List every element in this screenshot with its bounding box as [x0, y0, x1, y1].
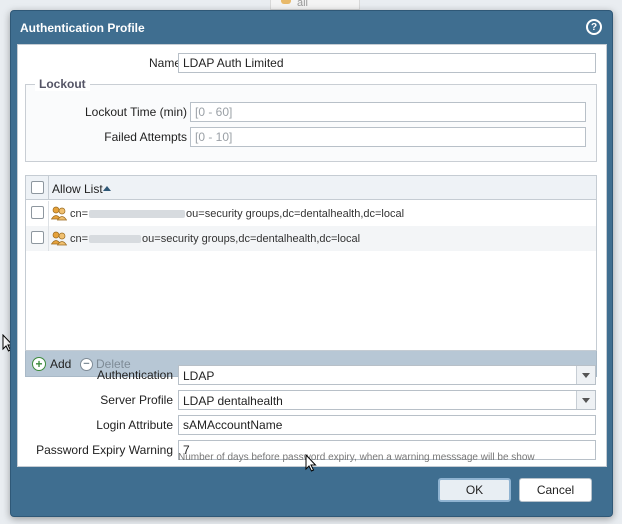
row-checkbox[interactable]: [31, 206, 44, 219]
dialog-body: Name Lockout Lockout Time (min) Failed A…: [17, 44, 607, 472]
lockout-time-label: Lockout Time (min): [84, 105, 187, 119]
failed-attempts-input[interactable]: [190, 127, 586, 147]
authentication-label: Authentication: [96, 368, 173, 382]
background-group-icon: [281, 0, 291, 4]
authentication-value: LDAP: [183, 369, 215, 383]
server-profile-value: LDAP dentalhealth: [183, 394, 283, 408]
authentication-select[interactable]: LDAP: [178, 365, 596, 385]
lockout-legend: Lockout: [35, 77, 90, 91]
password-expiry-label: Password Expiry Warning: [36, 443, 173, 457]
chevron-down-icon[interactable]: [576, 391, 595, 409]
ok-button[interactable]: OK: [438, 478, 511, 502]
header-divider: [48, 176, 49, 200]
name-label: Name: [148, 56, 181, 70]
entry-suffix: ou=security groups,dc=dentalhealth,dc=lo…: [142, 233, 361, 245]
entry-prefix: cn=: [70, 208, 89, 220]
authentication-profile-dialog: Authentication Profile ? Name Lockout Lo…: [10, 10, 613, 517]
user-group-icon: [51, 206, 67, 221]
lockout-time-input[interactable]: [190, 102, 586, 122]
entry-prefix: cn=: [70, 233, 89, 245]
lockout-fieldset: Lockout Lockout Time (min) Failed Attemp…: [25, 77, 597, 162]
server-profile-select[interactable]: LDAP dentalhealth: [178, 390, 596, 410]
name-input[interactable]: [178, 53, 596, 73]
allow-list-column-header[interactable]: Allow List: [52, 182, 103, 196]
entry-suffix: ou=security groups,dc=dentalhealth,dc=lo…: [186, 208, 405, 220]
allow-list-entry: cn= ou=security groups,dc=dentalhealth,dc…: [70, 208, 404, 220]
redacted-name: [89, 235, 142, 244]
mouse-cursor-icon: [305, 454, 317, 472]
dialog-titlebar[interactable]: Authentication Profile ?: [11, 11, 612, 45]
dialog-title: Authentication Profile: [20, 21, 145, 35]
plus-icon: +: [32, 357, 46, 371]
sort-ascending-icon[interactable]: [103, 186, 111, 191]
select-all-checkbox[interactable]: [31, 181, 44, 194]
list-item[interactable]: cn= ou=security groups,dc=dentalhealth,dc…: [26, 226, 596, 251]
background-strip: all: [270, 0, 360, 10]
row-divider: [48, 226, 49, 251]
login-attribute-input[interactable]: [178, 415, 596, 435]
server-profile-label: Server Profile: [100, 393, 173, 407]
redacted-name: [89, 210, 186, 219]
login-attribute-label: Login Attribute: [96, 418, 173, 432]
allow-list-grid: Allow List cn= ou=security groups,dc=dent…: [25, 175, 597, 351]
user-group-icon: [51, 231, 67, 246]
row-checkbox[interactable]: [31, 231, 44, 244]
password-expiry-hint: Number of days before password expiry, w…: [178, 452, 535, 463]
cancel-button[interactable]: Cancel: [519, 478, 592, 502]
background-strip-text: all: [297, 0, 309, 9]
allow-list-header: Allow List: [26, 176, 596, 200]
row-divider: [48, 201, 49, 226]
failed-attempts-label: Failed Attempts: [104, 130, 187, 144]
help-icon[interactable]: ?: [586, 19, 602, 35]
chevron-down-icon[interactable]: [576, 366, 595, 384]
allow-list-entry: cn= ou=security groups,dc=dentalhealth,dc…: [70, 233, 360, 245]
list-item[interactable]: cn= ou=security groups,dc=dentalhealth,dc…: [26, 201, 596, 226]
